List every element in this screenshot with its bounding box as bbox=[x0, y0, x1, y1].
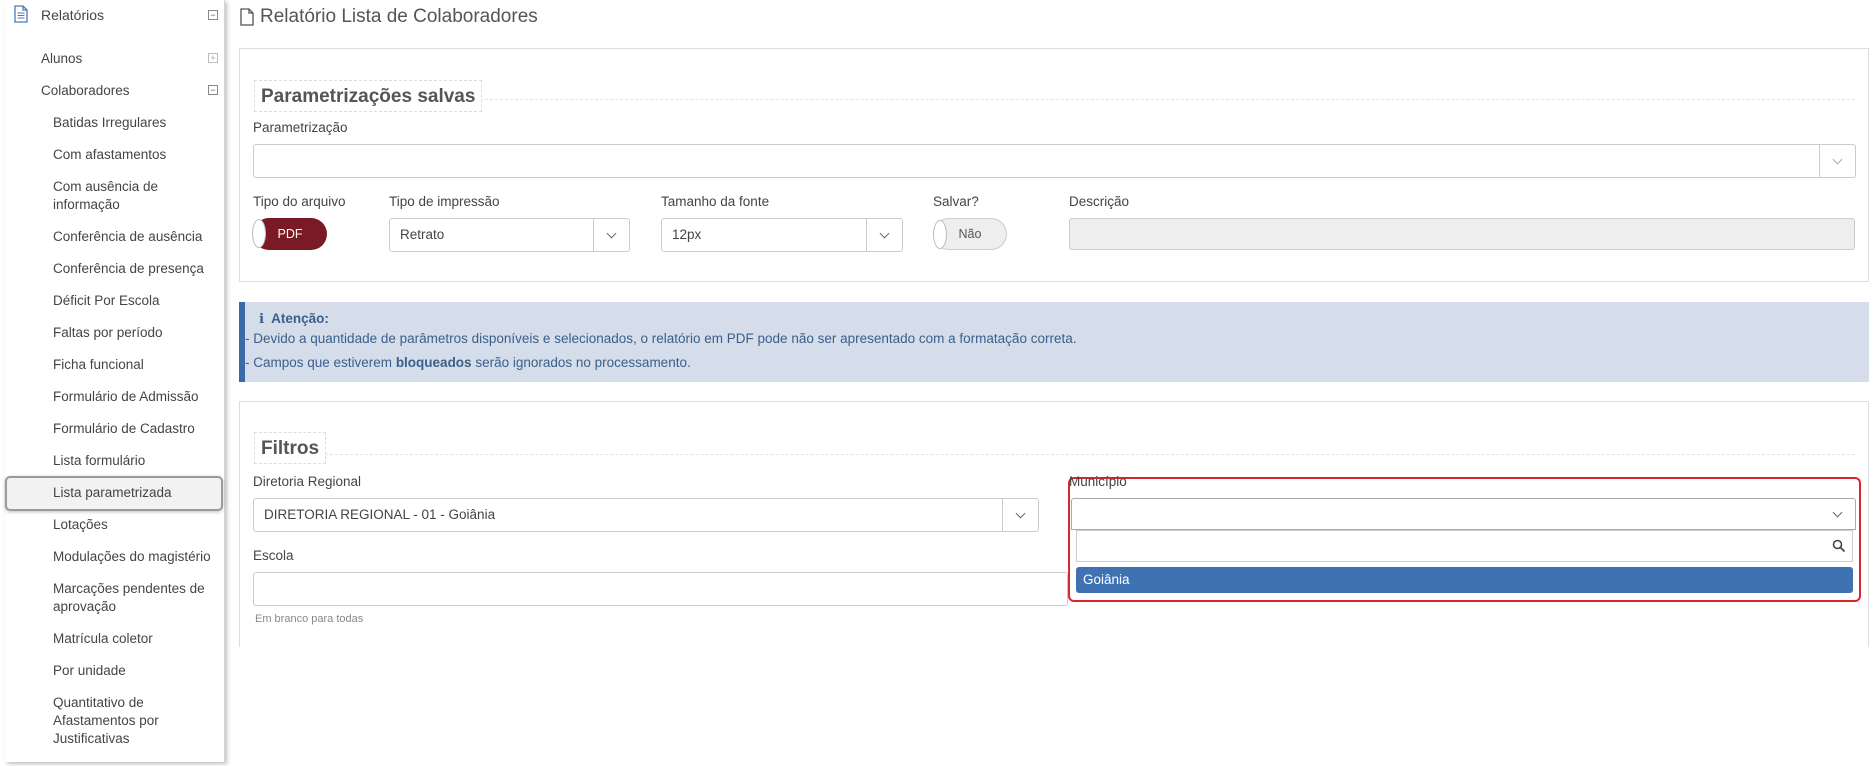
sidebar-item-batidas-irregulares[interactable]: Batidas Irregulares bbox=[53, 114, 218, 132]
sidebar-item-com-ausencia[interactable]: Com ausência de informação bbox=[53, 178, 173, 214]
legend-divider bbox=[455, 99, 1855, 100]
salvar-label: Salvar? bbox=[933, 194, 979, 209]
save-value: Não bbox=[958, 227, 982, 241]
parametrizacao-label: Parametrização bbox=[253, 120, 348, 135]
tamanho-fonte-value: 12px bbox=[672, 227, 702, 242]
alert-title: ℹ Atenção: bbox=[259, 311, 329, 327]
sidebar: Relatórios − Alunos + Colaboradores − Ba… bbox=[5, 0, 225, 762]
page-title-text: Relatório Lista de Colaboradores bbox=[260, 6, 538, 27]
diretoria-select[interactable]: DIRETORIA REGIONAL - 01 - Goiânia bbox=[253, 498, 1039, 532]
sidebar-item-lista-formulario[interactable]: Lista formulário bbox=[53, 452, 218, 470]
saved-parameters-legend: Parametrizações salvas bbox=[254, 80, 483, 112]
sidebar-item-modulacoes[interactable]: Modulações do magistério bbox=[53, 548, 218, 566]
chevron-down-icon[interactable] bbox=[1002, 499, 1038, 531]
sidebar-item-lista-parametrizada[interactable]: Lista parametrizada bbox=[53, 484, 218, 502]
sidebar-item-quantitativo-afastamentos[interactable]: Quantitativo de Afastamentos por Justifi… bbox=[53, 694, 173, 748]
chevron-down-icon[interactable] bbox=[1819, 499, 1855, 529]
sidebar-root-relatorios[interactable]: Relatórios bbox=[5, 0, 225, 30]
alert-line-2-pre: - Campos que estiverem bbox=[245, 355, 396, 370]
escola-hint: Em branco para todas bbox=[255, 613, 364, 625]
escola-select[interactable] bbox=[253, 572, 1068, 606]
sidebar-item-conferencia-presenca[interactable]: Conferência de presença bbox=[53, 260, 218, 278]
document-icon bbox=[240, 8, 254, 26]
municipio-label: Município bbox=[1069, 474, 1127, 489]
tipo-impressao-label: Tipo de impressão bbox=[389, 194, 500, 209]
municipio-option-goiania[interactable]: Goiânia bbox=[1076, 567, 1853, 593]
sidebar-item-ficha-funcional[interactable]: Ficha funcional bbox=[53, 356, 218, 374]
save-toggle[interactable]: Não bbox=[933, 218, 1007, 250]
alert-line-2: - Campos que estiverem bloqueados serão … bbox=[245, 355, 691, 370]
sidebar-item-lotacoes[interactable]: Lotações bbox=[53, 516, 218, 534]
descricao-label: Descrição bbox=[1069, 194, 1130, 209]
diretoria-value: DIRETORIA REGIONAL - 01 - Goiânia bbox=[264, 507, 496, 522]
toggle-knob bbox=[252, 219, 266, 248]
municipio-select[interactable] bbox=[1071, 498, 1856, 530]
escola-label: Escola bbox=[253, 548, 294, 563]
municipio-search-input[interactable] bbox=[1076, 530, 1853, 562]
info-icon: ℹ bbox=[259, 311, 265, 326]
sidebar-item-faltas-periodo[interactable]: Faltas por período bbox=[53, 324, 218, 342]
filters-legend: Filtros bbox=[254, 432, 327, 464]
tipo-arquivo-label: Tipo do arquivo bbox=[253, 194, 346, 209]
alert-line-1: - Devido a quantidade de parâmetros disp… bbox=[245, 331, 1077, 346]
collapse-icon[interactable]: − bbox=[208, 10, 218, 20]
expand-icon[interactable]: + bbox=[208, 53, 218, 63]
attention-alert: ℹ Atenção: - Devido a quantidade de parâ… bbox=[239, 302, 1869, 382]
sidebar-item-marcacoes-pendentes[interactable]: Marcações pendentes de aprovação bbox=[53, 580, 213, 616]
collapse-icon[interactable]: − bbox=[208, 85, 218, 95]
parametrizacao-select[interactable] bbox=[253, 144, 1856, 178]
toggle-knob bbox=[933, 220, 947, 249]
sidebar-item-formulario-admissao[interactable]: Formulário de Admissão bbox=[53, 388, 218, 406]
sidebar-item-matricula-coletor[interactable]: Matrícula coletor bbox=[53, 630, 218, 648]
chevron-down-icon[interactable] bbox=[1819, 145, 1855, 177]
sidebar-item-deficit-escola[interactable]: Déficit Por Escola bbox=[53, 292, 218, 310]
chevron-down-icon[interactable] bbox=[593, 219, 629, 251]
sidebar-group-alunos[interactable]: Alunos bbox=[41, 50, 82, 68]
sidebar-root-label: Relatórios bbox=[41, 7, 105, 23]
chevron-down-icon[interactable] bbox=[866, 219, 902, 251]
document-icon bbox=[14, 5, 28, 23]
alert-line-2-post: serão ignorados no processamento. bbox=[471, 355, 691, 370]
search-icon bbox=[1832, 539, 1846, 553]
tipo-impressao-select[interactable]: Retrato bbox=[389, 218, 630, 252]
diretoria-label: Diretoria Regional bbox=[253, 474, 362, 489]
tamanho-fonte-label: Tamanho da fonte bbox=[661, 194, 770, 209]
legend-divider bbox=[325, 454, 1855, 455]
sidebar-group-colaboradores[interactable]: Colaboradores bbox=[41, 82, 130, 100]
file-type-value: PDF bbox=[277, 227, 303, 241]
page-title: Relatório Lista de Colaboradores bbox=[240, 6, 538, 28]
descricao-input[interactable] bbox=[1069, 218, 1855, 250]
alert-line-2-bold: bloqueados bbox=[395, 355, 472, 370]
sidebar-item-com-afastamentos[interactable]: Com afastamentos bbox=[53, 146, 218, 164]
tamanho-fonte-select[interactable]: 12px bbox=[661, 218, 903, 252]
sidebar-item-conferencia-ausencia[interactable]: Conferência de ausência bbox=[53, 228, 218, 246]
alert-title-text: Atenção: bbox=[271, 311, 329, 326]
sidebar-item-formulario-cadastro[interactable]: Formulário de Cadastro bbox=[53, 420, 218, 438]
tipo-impressao-value: Retrato bbox=[400, 227, 445, 242]
sidebar-item-por-unidade[interactable]: Por unidade bbox=[53, 662, 218, 680]
file-type-toggle[interactable]: PDF bbox=[252, 218, 327, 250]
